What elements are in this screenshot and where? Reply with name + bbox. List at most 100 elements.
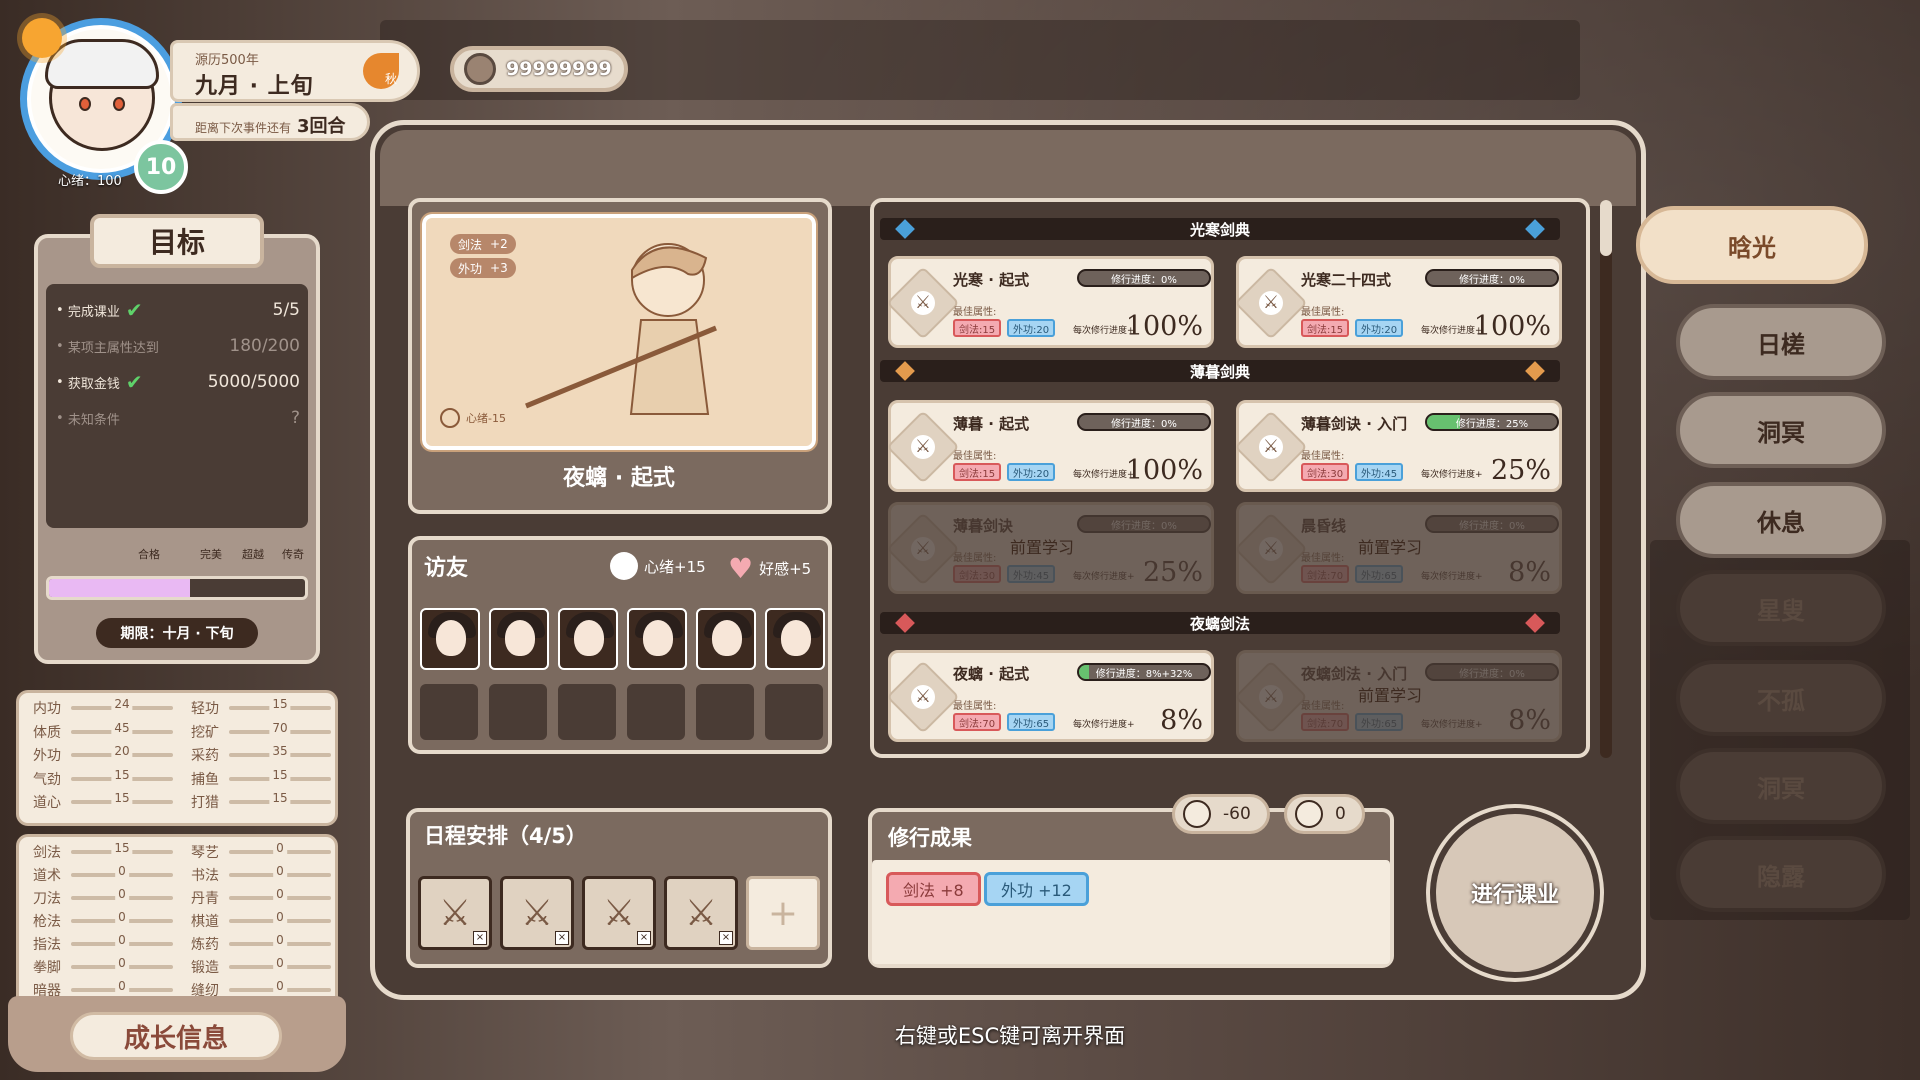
next-event-panel: 距离下次事件还有 3回合 [170,103,370,141]
schedule-slot[interactable]: ⚔ × [418,876,492,950]
season-leaf-icon: 秋 [363,53,399,89]
mood-label: 心绪：100 [58,174,122,189]
stat-line: 15 [71,767,173,782]
stat-line: 0 [229,887,331,901]
stat-row: 采药 35 [191,744,331,766]
main-stats-panel: 内功 24 轻功 15 体质 45 挖矿 70 外功 20 采药 35 气劲 15 捕鱼 15 道心 15 打猎 15 [16,690,338,826]
stat-value: 24 [111,697,133,711]
visit-mood: 心绪+15 [610,552,706,580]
progress-percent: 100% [1125,455,1203,486]
progress-label: 修行进度：0% [1459,520,1525,532]
progress-percent: 8% [1508,557,1551,588]
exit-hint: 右键或ESC键可离开界面 [894,1024,1126,1048]
result-title: 修行成果 [888,826,972,850]
course-card[interactable]: ⚔ 光寒 · 起式 修行进度：0% 最佳属性: 剑法:15 外功:20 每次修行进度+ 100… [886,256,1214,348]
stat-line: 15 [71,841,173,855]
per-progress-label: 每次修行进度+ [1421,572,1483,582]
coin-icon [1295,800,1323,828]
remove-icon[interactable]: × [473,931,487,945]
course-scrollbar[interactable] [1600,200,1612,758]
stat-value: 45 [111,720,133,735]
attr-chip: 外功:20 [1007,463,1056,481]
stat-line: 15 [229,791,331,805]
remove-icon[interactable]: × [719,931,733,945]
schedule-slot[interactable]: ⚔ × [582,876,656,950]
tier-label: 传奇 [282,548,304,561]
course-card[interactable]: ⚔ 光寒二十四式 修行进度：0% 最佳属性: 剑法:15 外功:20 每次修行进度+ 100% [1234,256,1562,348]
tab-2[interactable]: 洞冥 [1676,392,1886,468]
stat-line: 15 [71,791,173,805]
stat-row: 锻造 0 [191,956,331,978]
stat-value: 70 [269,720,291,735]
stat-value: 0 [115,956,129,970]
stat-value: 0 [273,864,287,878]
course-card[interactable]: ⚔ 夜螭 · 起式 修行进度：8%+32% 最佳属性: 剑法:70 外功:65 每次修行进度… [886,650,1214,742]
friend-portrait[interactable] [627,608,687,670]
attr-chip: 外功:45 [1355,463,1404,481]
sword-icon: ⚔ [1234,266,1308,340]
friend-portrait[interactable] [489,608,549,670]
course-name: 光寒二十四式 [1301,271,1392,289]
proceed-button[interactable]: 进行课业 [1430,808,1600,978]
tab-0[interactable]: 晗光 [1636,206,1868,284]
friend-portrait[interactable] [765,608,825,670]
remove-icon[interactable]: × [637,931,651,945]
goal-title: 目标 [90,214,264,268]
stat-line: 20 [71,744,173,758]
friend-portrait[interactable] [420,608,480,670]
add-schedule-button[interactable]: + [746,876,820,950]
course-card[interactable]: ⚔ 薄暮 · 起式 修行进度：0% 最佳属性: 剑法:15 外功:20 每次修行进度+ 100… [886,400,1214,492]
result-tag: 剑法 +8 [886,872,981,906]
sword-icon: ⚔ [886,410,960,484]
sword-icon: ⚔ [438,892,472,934]
friend-slot[interactable] [627,684,685,740]
level-badge: 10 [134,140,188,194]
stat-name: 道心 [33,795,61,811]
stat-row: 挖矿 70 [191,720,331,743]
stat-line: 0 [71,910,173,924]
course-name: 薄暮剑诀 [953,517,1014,535]
tab-4[interactable]: 星叟 [1676,570,1886,646]
category-header: 夜螭剑法 [880,612,1560,634]
stat-row: 拳脚 0 [33,956,173,978]
tab-5[interactable]: 不孤 [1676,660,1886,736]
schedule-slot[interactable]: ⚔ × [500,876,574,950]
stat-value: 0 [273,887,287,901]
attr-chip: 剑法:15 [953,319,1002,337]
attr-chip: 剑法:70 [1301,565,1350,583]
friend-portrait[interactable] [696,608,756,670]
schedule-slot[interactable]: ⚔ × [664,876,738,950]
stat-value: 0 [115,887,129,901]
friend-slot[interactable] [765,684,823,740]
course-card[interactable]: ⚔ 薄暮剑诀 · 入门 修行进度：25% 最佳属性: 剑法:30 外功:45 每次修行进度+… [1234,400,1562,492]
friend-slot[interactable] [420,684,478,740]
progress-label: 修行进度：0% [1111,418,1177,430]
stat-row: 外功 20 [33,744,173,766]
tab-6[interactable]: 洞冥 [1676,748,1886,824]
plus-icon: + [767,892,799,934]
sword-icon: ⚔ [602,892,636,934]
attr-chip: 外功:65 [1355,565,1404,583]
tab-1[interactable]: 日槎 [1676,304,1886,380]
stat-name: 枪法 [33,914,61,930]
stat-row: 枪法 0 [33,910,173,932]
progress-percent: 100% [1473,311,1551,342]
stat-line: 0 [229,864,331,878]
tab-3[interactable]: 休息 [1676,482,1886,558]
attr-chip: 剑法:15 [953,463,1002,481]
friend-portrait[interactable] [558,608,618,670]
remove-icon[interactable]: × [555,931,569,945]
stat-line: 45 [71,720,173,735]
friend-slot[interactable] [489,684,547,740]
sword-glyph: ⚔ [911,291,935,315]
friend-slot[interactable] [696,684,754,740]
scroll-thumb[interactable] [1600,200,1612,256]
tab-7[interactable]: 隐露 [1676,836,1886,912]
sword-icon: ⚔ [1234,512,1308,586]
friend-slot[interactable] [558,684,616,740]
prerequisite-label: 前置学习 [1010,538,1075,557]
stat-name: 书法 [191,868,219,884]
attr-chip: 剑法:30 [953,565,1002,583]
goal-item: • 获取金钱 ✔ 5000/5000 [56,370,300,394]
stat-row: 指法 0 [33,933,173,955]
